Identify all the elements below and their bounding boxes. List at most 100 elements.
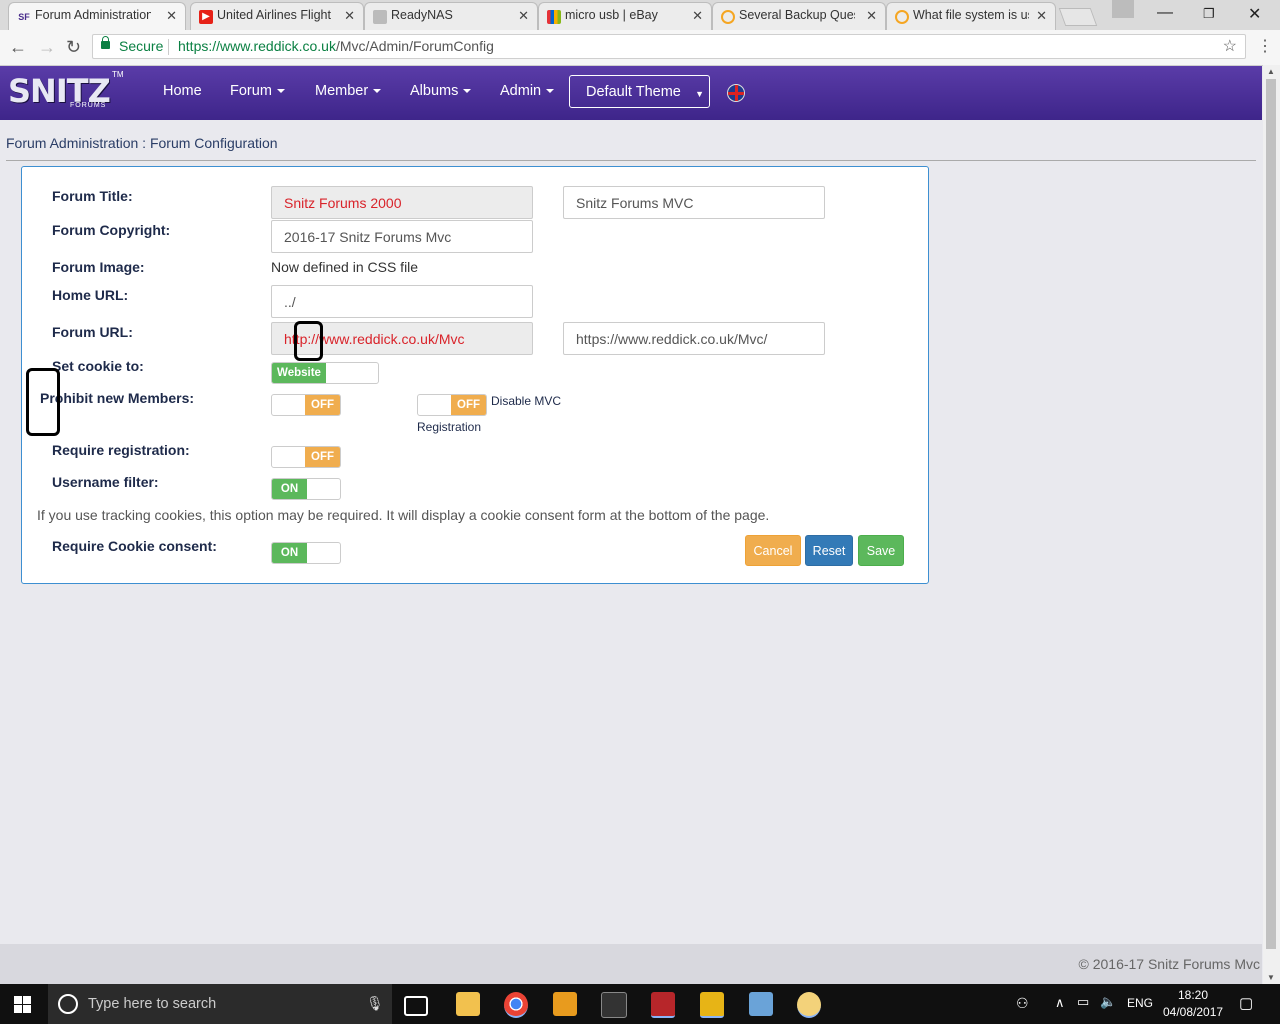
snitz-favicon: SF <box>18 12 30 22</box>
username-filter-label: Username filter: <box>52 474 159 490</box>
reset-button[interactable]: Reset <box>805 535 853 566</box>
app-icon[interactable] <box>553 992 577 1016</box>
home-url-label: Home URL: <box>52 287 129 303</box>
close-window-icon[interactable]: ✕ <box>1248 4 1261 24</box>
caret-down-icon <box>463 89 472 94</box>
annotation-box <box>26 368 60 436</box>
snitz-logo[interactable]: SNITZ FORUMS TM <box>8 70 124 116</box>
clock-date[interactable]: 04/08/2017 <box>1163 1005 1223 1019</box>
caret-down-icon <box>373 89 382 94</box>
app-icon[interactable] <box>797 992 821 1018</box>
tab-forum-administration[interactable]: SF Forum Administration ✕ <box>8 2 186 30</box>
registration-label: Registration <box>417 420 482 434</box>
profile-icon[interactable] <box>1112 0 1134 18</box>
cortana-icon <box>58 994 78 1014</box>
windows-start-icon[interactable] <box>14 996 31 1013</box>
nav-forum[interactable]: Forum <box>230 83 285 99</box>
notifications-icon[interactable]: ▢ <box>1239 994 1253 1012</box>
reload-icon[interactable]: ↻ <box>66 37 81 58</box>
language-indicator[interactable]: ENG <box>1127 996 1153 1010</box>
windows-taskbar: Type here to search 🎙 ⚇ ∧ ▭ 🔈 ENG 18:20 … <box>0 984 1280 1024</box>
username-filter-toggle[interactable]: ON <box>271 478 341 500</box>
forward-icon[interactable]: → <box>38 37 56 58</box>
page-icon <box>373 10 387 24</box>
caret-down-icon <box>546 89 555 94</box>
taskbar-search[interactable]: Type here to search 🎙 <box>48 984 392 1024</box>
minimize-icon[interactable]: — <box>1157 4 1173 22</box>
people-icon[interactable]: ⚇ <box>1016 995 1029 1012</box>
close-icon[interactable]: ✕ <box>166 8 177 24</box>
tab-backup-question[interactable]: Several Backup Quest ✕ <box>712 2 886 30</box>
nav-admin[interactable]: Admin <box>500 83 555 99</box>
set-cookie-label: Set cookie to: <box>52 358 144 374</box>
youtube-icon: ▶ <box>199 10 213 24</box>
prohibit-members-toggle[interactable]: OFF <box>271 394 341 416</box>
cookie-scope-toggle[interactable]: Website <box>271 362 379 384</box>
forum-image-label: Forum Image: <box>52 259 145 275</box>
cookie-consent-toggle[interactable]: ON <box>271 542 341 564</box>
require-registration-label: Require registration: <box>52 442 190 458</box>
browser-toolbar: ← → ↻ Secure https://www.reddick.co.uk/M… <box>0 30 1280 66</box>
filezilla-icon[interactable] <box>651 992 675 1018</box>
forum-title-current: Snitz Forums 2000 <box>271 186 533 219</box>
disable-mvc-registration-toggle[interactable]: OFF <box>417 394 487 416</box>
address-bar[interactable]: Secure https://www.reddick.co.uk/Mvc/Adm… <box>92 34 1246 59</box>
lock-icon <box>101 36 110 49</box>
new-tab-button[interactable] <box>1058 8 1098 26</box>
dropdown-arrow-icon: ▼ <box>695 89 704 99</box>
terminal-icon[interactable] <box>601 992 627 1018</box>
theme-select[interactable]: Default Theme ▼ <box>569 75 710 108</box>
close-icon[interactable]: ✕ <box>692 8 703 24</box>
ebay-icon <box>547 10 561 24</box>
clock-time[interactable]: 18:20 <box>1178 988 1208 1002</box>
nav-home[interactable]: Home <box>163 83 202 99</box>
task-view-icon[interactable] <box>404 996 428 1016</box>
microphone-icon[interactable]: 🎙 <box>366 995 384 1012</box>
forum-icon <box>721 10 735 24</box>
app-icon[interactable] <box>749 992 773 1016</box>
forum-url-label: Forum URL: <box>52 324 133 340</box>
chrome-icon[interactable] <box>504 992 528 1018</box>
tab-file-system[interactable]: What file system is us ✕ <box>886 2 1056 30</box>
app-icon[interactable] <box>700 992 724 1018</box>
tab-readynas[interactable]: ReadyNAS ✕ <box>364 2 538 30</box>
save-button[interactable]: Save <box>858 535 904 566</box>
uk-flag-icon[interactable] <box>727 84 745 102</box>
back-icon[interactable]: ← <box>9 37 27 58</box>
forum-icon <box>895 10 909 24</box>
forum-config-panel: Forum Title: Snitz Forums 2000 Snitz For… <box>21 166 929 584</box>
url-text: https://www.reddick.co.uk/Mvc/Admin/Foru… <box>178 38 494 54</box>
network-icon[interactable]: ▭ <box>1077 994 1089 1010</box>
volume-icon[interactable]: 🔈 <box>1100 994 1116 1010</box>
close-icon[interactable]: ✕ <box>866 8 877 24</box>
chevron-up-icon[interactable]: ∧ <box>1055 995 1065 1011</box>
tab-ebay[interactable]: micro usb | eBay ✕ <box>538 2 712 30</box>
browser-tab-strip: SF Forum Administration ✕ ▶ United Airli… <box>0 0 1280 30</box>
forum-url-input[interactable]: https://www.reddick.co.uk/Mvc/ <box>563 322 825 355</box>
page-scrollbar[interactable]: ▲ ▼ <box>1263 65 1280 984</box>
forum-copyright-input[interactable]: 2016-17 Snitz Forums Mvc <box>271 220 533 253</box>
menu-icon[interactable]: ⋮ <box>1257 36 1273 56</box>
tab-united-airlines[interactable]: ▶ United Airlines Flight ✕ <box>190 2 364 30</box>
close-icon[interactable]: ✕ <box>1036 8 1047 24</box>
scroll-down-icon[interactable]: ▼ <box>1267 973 1275 982</box>
cancel-button[interactable]: Cancel <box>745 535 801 566</box>
close-icon[interactable]: ✕ <box>344 8 355 24</box>
restore-icon[interactable]: ❐ <box>1203 6 1215 22</box>
forum-title-input[interactable]: Snitz Forums MVC <box>563 186 825 219</box>
close-icon[interactable]: ✕ <box>518 8 529 24</box>
scroll-up-icon[interactable]: ▲ <box>1267 67 1275 76</box>
nav-albums[interactable]: Albums <box>410 83 472 99</box>
scrollbar-thumb[interactable] <box>1266 79 1276 949</box>
annotation-box <box>294 321 323 361</box>
home-url-input[interactable]: ../ <box>271 285 533 318</box>
site-navbar: SNITZ FORUMS TM Home Forum Member Albums… <box>0 66 1262 120</box>
nav-member[interactable]: Member <box>315 83 382 99</box>
caret-down-icon <box>276 89 285 94</box>
require-registration-toggle[interactable]: OFF <box>271 446 341 468</box>
disable-mvc-label: Disable MVC <box>491 394 562 408</box>
cookie-help-text: If you use tracking cookies, this option… <box>37 507 770 523</box>
file-explorer-icon[interactable] <box>456 992 480 1016</box>
breadcrumb: Forum Administration : Forum Configurati… <box>6 135 278 151</box>
bookmark-star-icon[interactable]: ☆ <box>1223 36 1237 56</box>
